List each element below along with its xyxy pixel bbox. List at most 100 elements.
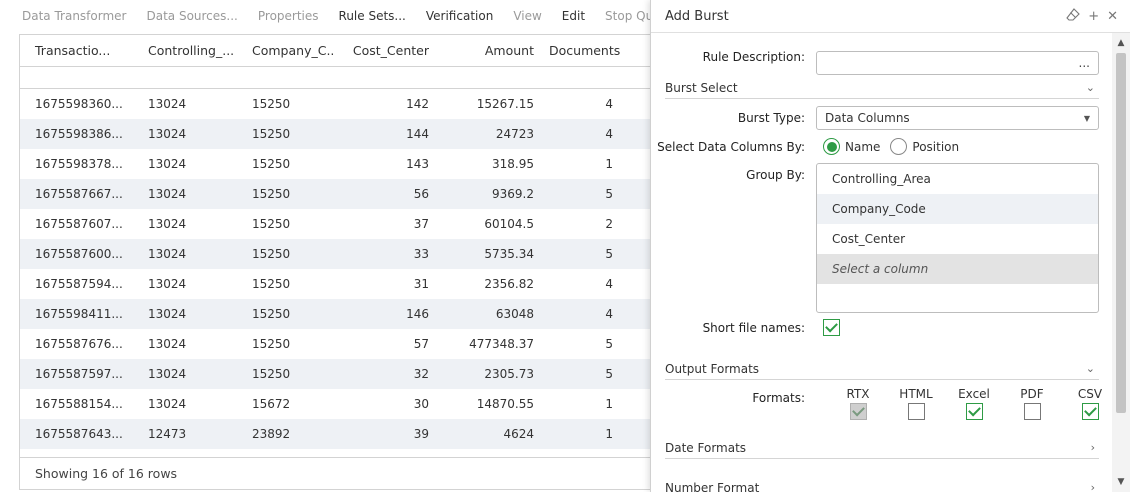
table-cell: 60104.5 [484,217,534,231]
table-row[interactable]: 1675588154... 13024 15672 30 14870.55 1 [20,389,658,419]
panel-scrollbar[interactable]: ▲ ▼ [1112,33,1130,492]
table-row[interactable]: 1675587600... 13024 15250 33 5735.34 5 [20,239,658,269]
burst-type-value: Data Columns [825,111,910,125]
select-by-row: Select Data Columns By: Name Position [651,138,1113,155]
table-cell: 39 [413,427,429,441]
select-column-placeholder[interactable]: Select a column [817,254,1098,284]
table-row[interactable]: 1675587643... 12473 23892 39 4624 1 [20,419,658,449]
table-row[interactable]: 1675598386... 13024 15250 144 24723 4 [20,119,658,149]
output-formats-section[interactable]: Output Formats ⌄ [665,358,1099,380]
list-item[interactable]: Cost_Center [817,224,1098,254]
scroll-up-icon[interactable]: ▲ [1112,35,1130,51]
menu-edit[interactable]: Edit [562,9,585,23]
format-csv: CSV [1061,387,1113,420]
column-header-company-code[interactable]: Company_C... [237,43,334,58]
table-cell: 1675588154... [35,397,123,411]
table-cell: 1675598386... [35,127,123,141]
menu-view[interactable]: View [513,9,541,23]
format-html: HTML [887,387,945,420]
table-cell: 13024 [148,337,187,351]
table-cell: 12473 [148,427,187,441]
table-row[interactable]: 1675587594... 13024 15250 31 2356.82 4 [20,269,658,299]
table-row[interactable]: 1675598378... 13024 15250 143 318.95 1 [20,149,658,179]
list-item[interactable]: Controlling_Area [817,164,1098,194]
table-cell: 13024 [148,247,187,261]
number-format-section-label: Number Format [665,480,760,492]
rule-description-browse-button[interactable]: ... [1079,56,1090,70]
menu-data-sources[interactable]: Data Sources... [146,9,237,23]
format-html-checkbox[interactable] [907,403,925,420]
table-cell: 4 [605,307,613,321]
close-icon[interactable]: ✕ [1107,9,1118,24]
column-header-transaction[interactable]: Transactio... [20,43,133,58]
chevron-down-icon: ⌄ [1085,81,1095,94]
burst-select-section[interactable]: Burst Select ⌄ [665,77,1099,99]
date-formats-section[interactable]: Date Formats › [665,437,1099,459]
table-cell: 5 [605,187,613,201]
format-excel: Excel [945,387,1003,420]
table-cell: 56 [413,187,429,201]
radio-position-label[interactable]: Position [912,140,959,154]
table-row[interactable]: 1675587667... 13024 15250 56 9369.2 5 [20,179,658,209]
chevron-down-icon: ⌄ [1085,362,1095,375]
menu-rule-sets[interactable]: Rule Sets... [339,9,406,23]
table-cell: 5 [605,247,613,261]
filter-row[interactable] [20,67,658,89]
burst-select-section-label: Burst Select [665,80,738,95]
table-cell: 1 [605,157,613,171]
table-cell: 13024 [148,397,187,411]
format-csv-checkbox[interactable] [1081,403,1099,420]
format-pdf: PDF [1003,387,1061,420]
format-html-label: HTML [899,387,933,401]
table-cell: 2 [605,217,613,231]
table-cell: 142 [406,97,429,111]
format-pdf-checkbox[interactable] [1023,403,1041,420]
table-cell: 13024 [148,97,187,111]
column-header-cost-center[interactable]: Cost_Center [334,43,429,58]
table-cell: 63048 [495,307,534,321]
format-rtx-checkbox [849,403,867,420]
column-header-amount[interactable]: Amount [429,43,534,58]
table-cell: 4 [605,97,613,111]
table-row[interactable]: 1675587607... 13024 15250 37 60104.5 2 [20,209,658,239]
burst-type-select[interactable]: Data Columns ▼ [816,106,1099,130]
table-cell: 23892 [252,427,291,441]
table-cell: 15250 [252,367,291,381]
table-row[interactable]: 1675587676... 13024 15250 57 477348.37 5 [20,329,658,359]
radio-position[interactable] [890,138,908,155]
grid-header: Transactio... Controlling_... Company_C.… [20,35,658,67]
select-by-label: Select Data Columns By: [657,139,805,154]
list-item[interactable]: Company_Code [817,194,1098,224]
number-format-section[interactable]: Number Format › [665,477,1099,492]
table-cell: 15250 [252,97,291,111]
panel-header: Add Burst + ✕ [651,0,1130,33]
column-header-documents[interactable]: Documents [534,43,637,58]
menu-data-transformer[interactable]: Data Transformer [22,9,126,23]
short-names-checkbox[interactable] [823,319,840,336]
table-cell: 13024 [148,187,187,201]
group-by-list[interactable]: Controlling_Area Company_Code Cost_Cente… [816,163,1099,313]
menu-verification[interactable]: Verification [426,9,493,23]
table-row[interactable]: 1675598411... 13024 15250 146 63048 4 [20,299,658,329]
group-by-label: Group By: [746,168,805,182]
table-row[interactable]: 1675587597... 13024 15250 32 2305.73 5 [20,359,658,389]
scrollbar-thumb[interactable] [1116,53,1126,413]
add-icon[interactable]: + [1088,9,1099,24]
table-cell: 31 [413,277,429,291]
table-row[interactable]: 1675598360... 13024 15250 142 15267.15 4 [20,89,658,119]
column-header-controlling-area[interactable]: Controlling_... [133,43,237,58]
table-cell: 33 [413,247,429,261]
scroll-down-icon[interactable]: ▼ [1112,474,1130,490]
chevron-right-icon: › [1090,441,1095,454]
burst-type-label: Burst Type: [737,111,805,125]
rule-description-input[interactable]: ... [816,51,1099,75]
table-cell: 13024 [148,217,187,231]
table-cell: 14870.55 [476,397,534,411]
eraser-icon[interactable] [1066,7,1080,25]
format-excel-checkbox[interactable] [965,403,983,420]
table-cell: 146 [406,307,429,321]
table-cell: 24723 [495,127,534,141]
radio-name[interactable] [823,138,840,155]
menu-properties[interactable]: Properties [258,9,319,23]
radio-name-label[interactable]: Name [845,140,880,154]
